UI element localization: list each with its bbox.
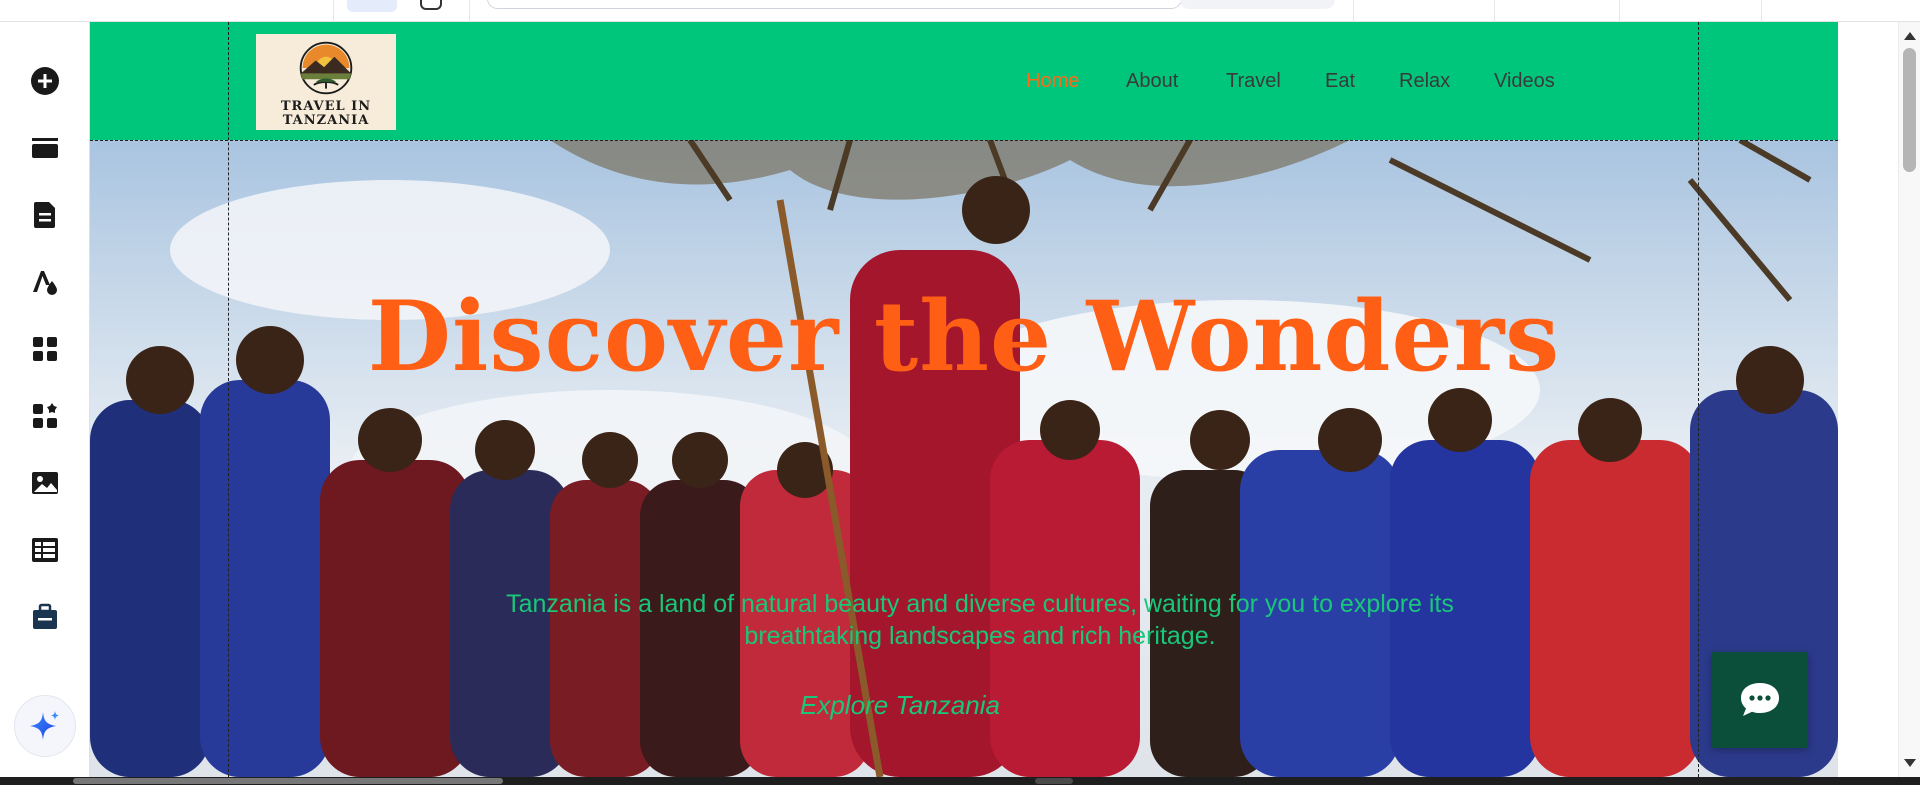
hero-photo	[90, 140, 1838, 777]
desktop-view-button[interactable]	[347, 0, 397, 12]
add-elements-button[interactable]	[25, 61, 65, 101]
toolbar-divider	[1761, 0, 1762, 22]
url-field[interactable]	[487, 0, 1182, 9]
grid-guide-right	[1698, 22, 1699, 777]
add-circle-icon	[31, 67, 59, 95]
app-market-button[interactable]	[25, 396, 65, 436]
apps-button[interactable]	[25, 329, 65, 369]
design-button[interactable]	[25, 262, 65, 302]
hero-description: Tanzania is a land of natural beauty and…	[506, 590, 1454, 650]
mobile-view-button[interactable]	[420, 0, 442, 10]
domain-pill[interactable]	[1180, 0, 1335, 9]
header-boundary-guide	[90, 140, 1838, 141]
ai-assistant-button[interactable]	[14, 695, 76, 757]
toolbar-divider	[1494, 0, 1495, 22]
site-canvas: TRAVEL IN TANZANIA Home About Travel Eat…	[90, 22, 1838, 777]
grid-guide-left	[228, 22, 229, 777]
media-button[interactable]	[25, 463, 65, 503]
logo-sunset-icon	[299, 41, 353, 95]
cms-icon	[32, 538, 58, 562]
chat-button[interactable]	[1712, 652, 1808, 748]
sections-button[interactable]	[25, 128, 65, 168]
hero-section: Discover the Wonders	[90, 140, 1838, 777]
toolbar-divider	[469, 0, 470, 22]
toolbar-divider	[1619, 0, 1620, 22]
explore-link[interactable]: Explore Tanzania	[800, 690, 1000, 721]
toolbar-divider	[1353, 0, 1354, 22]
business-tools-button[interactable]	[25, 597, 65, 637]
pages-button[interactable]	[25, 195, 65, 235]
horizontal-scrollbar-marker	[1035, 778, 1073, 784]
scroll-down-arrow-icon[interactable]	[1904, 759, 1916, 767]
logo-text: TRAVEL IN TANZANIA	[280, 99, 372, 128]
media-icon	[32, 472, 58, 494]
nav-about[interactable]: About	[1126, 70, 1178, 93]
vertical-scrollbar[interactable]	[1898, 22, 1920, 777]
nav-eat[interactable]: Eat	[1325, 70, 1355, 93]
nav-travel[interactable]: Travel	[1226, 70, 1281, 93]
editor-sidebar	[0, 22, 90, 777]
editor-top-toolbar	[0, 0, 1920, 22]
scroll-up-arrow-icon[interactable]	[1904, 32, 1916, 40]
chat-bubble-icon	[1741, 683, 1779, 716]
site-logo[interactable]: TRAVEL IN TANZANIA	[256, 34, 396, 130]
sections-icon	[32, 138, 58, 158]
horizontal-scrollbar-thumb[interactable]	[73, 778, 503, 784]
apps-icon	[33, 337, 57, 361]
scrollbar-thumb[interactable]	[1903, 48, 1916, 172]
ai-assistant-icon	[30, 711, 59, 740]
toolbar-divider	[333, 0, 334, 22]
horizontal-scrollbar[interactable]	[0, 777, 1920, 785]
design-icon	[33, 271, 57, 295]
nav-videos[interactable]: Videos	[1494, 70, 1555, 93]
nav-relax[interactable]: Relax	[1399, 70, 1450, 93]
nav-home[interactable]: Home	[1026, 70, 1079, 93]
hero-title: Discover the Wonders	[367, 280, 1561, 393]
pages-icon	[34, 202, 55, 228]
app-market-icon	[33, 403, 57, 428]
site-header: TRAVEL IN TANZANIA Home About Travel Eat…	[90, 22, 1838, 140]
cms-button[interactable]	[25, 530, 65, 570]
business-tools-icon	[33, 603, 57, 629]
